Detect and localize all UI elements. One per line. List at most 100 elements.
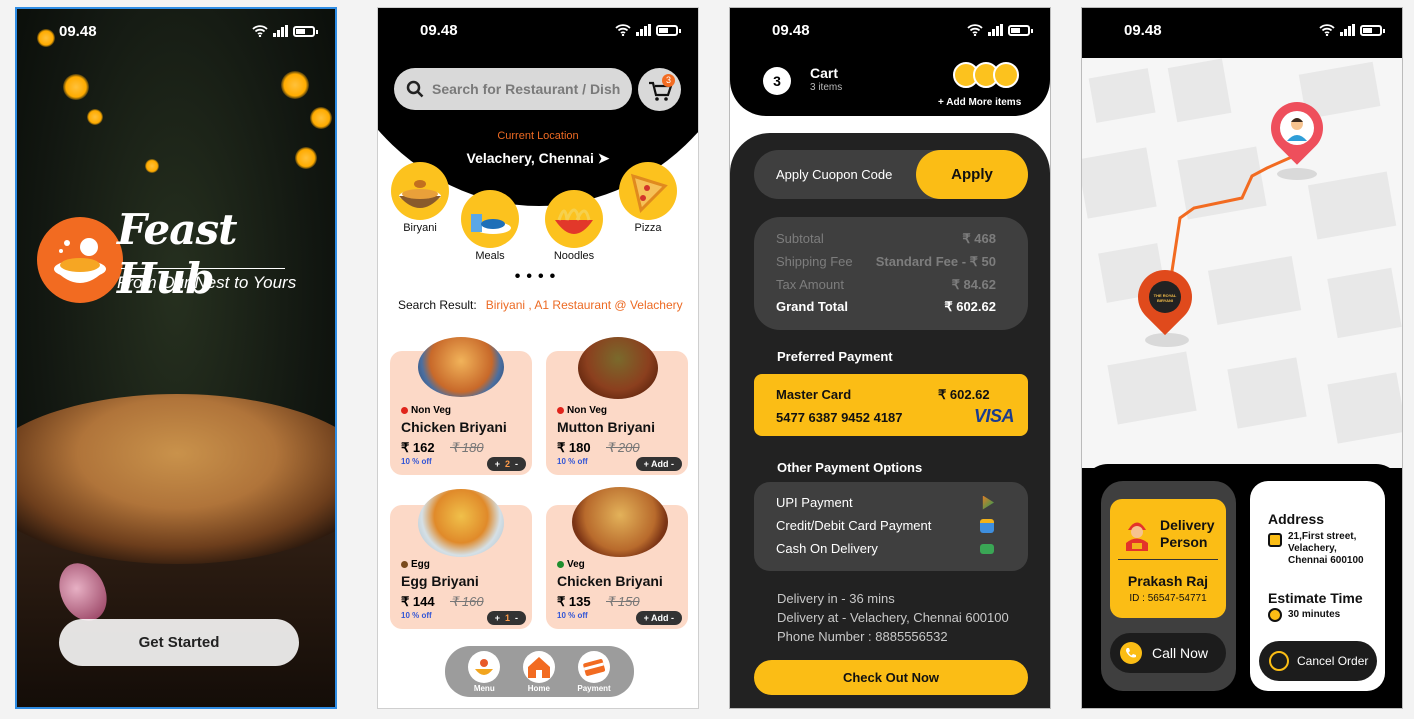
- food-price: ₹ 180: [557, 440, 591, 455]
- food-type-dot: [401, 561, 408, 568]
- search-input[interactable]: Search for Restaurant / Dish: [394, 68, 632, 110]
- payment-options: UPI Payment Credit/Debit Card Payment Ca…: [754, 482, 1028, 571]
- apply-button[interactable]: Apply: [916, 150, 1028, 199]
- cart-button[interactable]: 3: [638, 68, 681, 111]
- wifi-icon: [615, 24, 631, 36]
- food-price: ₹ 144: [401, 594, 435, 609]
- order-summary: Subtotal ₹ 468 Shipping Fee Standard Fee -…: [754, 217, 1028, 330]
- battery-icon: [1008, 24, 1033, 36]
- call-now-button[interactable]: Call Now: [1110, 633, 1226, 673]
- status-time: 09.48: [772, 21, 810, 39]
- search-icon: [406, 80, 424, 98]
- bottom-nav: Menu Home Payment: [445, 646, 634, 697]
- dish-image: [418, 489, 504, 557]
- food-old-price: ₹ 160: [450, 594, 484, 609]
- nav-payment[interactable]: Payment: [577, 650, 611, 693]
- food-card[interactable]: Non Veg Mutton Briyani ₹ 180 ₹ 200 10 % …: [546, 337, 688, 475]
- carousel-dots: ••••: [514, 268, 562, 285]
- nav-menu[interactable]: Menu: [468, 650, 501, 693]
- food-name: Egg Briyani: [401, 573, 479, 589]
- quantity-stepper[interactable]: +2-: [486, 457, 526, 471]
- home-screen: 09.48 Search for Restaurant / Dish 3 Cur…: [377, 7, 699, 709]
- cart-title: Cart: [810, 65, 839, 81]
- nav-home[interactable]: Home: [522, 650, 555, 693]
- category-biryani[interactable]: Biryani: [390, 162, 450, 234]
- biryani-icon: [391, 162, 449, 220]
- delivery-person-card: Delivery Person Prakash Raj ID : 56547-5…: [1110, 499, 1226, 618]
- checkout-button[interactable]: Check Out Now: [754, 660, 1028, 695]
- payment-option-upi[interactable]: UPI Payment: [776, 495, 994, 510]
- battery-icon: [656, 24, 681, 36]
- route-map[interactable]: THE ROYAL BIRYANI: [1082, 58, 1402, 468]
- delivery-person-id: ID : 56547-54771: [1129, 593, 1207, 604]
- category-noodles[interactable]: Noodles: [544, 190, 604, 262]
- food-old-price: ₹ 200: [606, 440, 640, 455]
- restaurant-pin-label: THE ROYAL BIRYANI: [1149, 281, 1181, 313]
- food-type-dot: [557, 561, 564, 568]
- food-name: Chicken Briyani: [557, 573, 663, 589]
- preferred-card[interactable]: Master Card ₹ 602.62 5477 6387 9452 4187…: [754, 374, 1028, 436]
- brand-divider: [121, 268, 285, 269]
- bokeh-light: [281, 71, 309, 99]
- signal-icon: [273, 25, 288, 37]
- category-label: Pizza: [634, 222, 662, 234]
- divider: [1118, 559, 1218, 560]
- estimate-time-label: Estimate Time: [1268, 590, 1363, 606]
- category-meals[interactable]: Meals: [460, 190, 520, 262]
- payment-option-cod[interactable]: Cash On Delivery: [776, 541, 994, 556]
- card-amount: ₹ 602.62: [938, 387, 990, 402]
- card-name: Master Card: [776, 387, 852, 402]
- cancel-icon: [1269, 651, 1289, 671]
- card-number: 5477 6387 9452 4187: [776, 410, 903, 425]
- add-more-items-link[interactable]: + Add More items: [938, 97, 1021, 108]
- quantity-stepper[interactable]: +1-: [486, 611, 526, 625]
- call-now-label: Call Now: [1152, 645, 1209, 661]
- upi-icon: [982, 495, 994, 510]
- tracking-screen: 09.48 THE ROYAL BIRYANI Delivery Person …: [1081, 7, 1403, 709]
- battery-icon: [293, 25, 318, 37]
- food-type-dot: [557, 407, 564, 414]
- get-started-button[interactable]: Get Started: [59, 619, 299, 666]
- food-card[interactable]: Non Veg Chicken Briyani ₹ 162 ₹ 180 10 %…: [390, 337, 532, 475]
- delivery-person-icon: [1126, 522, 1148, 551]
- address-value: 21,First street, Velachery, Chennai 6001…: [1288, 531, 1364, 566]
- cart-icon: [649, 81, 673, 101]
- category-pizza[interactable]: Pizza: [618, 162, 678, 234]
- location-label: Current Location: [497, 130, 579, 142]
- status-bar: 09.48: [730, 8, 1050, 52]
- splash-screen: 09.48 Feast Hub From Our Nest to Yours G…: [15, 7, 337, 709]
- navigation-arrow-icon: ➤: [597, 150, 610, 166]
- delivery-person-name: Prakash Raj: [1127, 573, 1209, 589]
- status-time: 09.48: [59, 22, 97, 40]
- preferred-payment-heading: Preferred Payment: [777, 349, 893, 364]
- food-card[interactable]: Veg Chicken Briyani ₹ 135 ₹ 150 10 % off…: [546, 487, 688, 629]
- credit-card-icon: [980, 518, 994, 533]
- menu-icon: [468, 650, 501, 683]
- food-discount: 10 % off: [401, 611, 432, 620]
- food-price: ₹ 135: [557, 594, 591, 609]
- wifi-icon: [1319, 24, 1335, 36]
- shipping-value: Standard Fee - ₹ 50: [875, 254, 996, 269]
- food-card[interactable]: Egg Egg Briyani ₹ 144 ₹ 160 10 % off +1-: [390, 489, 532, 629]
- add-button[interactable]: + Add -: [635, 611, 682, 625]
- brand-tagline: From Our Nest to Yours: [117, 273, 297, 292]
- dish-thumb-icon: [993, 62, 1019, 88]
- delivery-person-panel: Delivery Person Prakash Raj ID : 56547-5…: [1101, 481, 1236, 691]
- add-button[interactable]: + Add -: [635, 457, 682, 471]
- brand-logo-icon: [37, 217, 123, 303]
- search-result-label: Search Result:: [398, 298, 477, 312]
- tax-label: Tax Amount: [776, 277, 844, 292]
- signal-icon: [636, 24, 651, 36]
- home-icon: [522, 650, 555, 683]
- food-discount: 10 % off: [557, 611, 588, 620]
- bokeh-light: [310, 107, 332, 129]
- bokeh-light: [63, 74, 89, 100]
- subtotal-label: Subtotal: [776, 231, 824, 246]
- cancel-order-button[interactable]: Cancel Order: [1259, 641, 1377, 681]
- bokeh-light: [87, 109, 103, 125]
- delivery-time: Delivery in - 36 mins: [777, 591, 895, 606]
- food-discount: 10 % off: [401, 457, 432, 466]
- payment-option-card[interactable]: Credit/Debit Card Payment: [776, 518, 994, 533]
- delivery-person-title: Delivery Person: [1160, 517, 1215, 550]
- food-type-dot: [401, 407, 408, 414]
